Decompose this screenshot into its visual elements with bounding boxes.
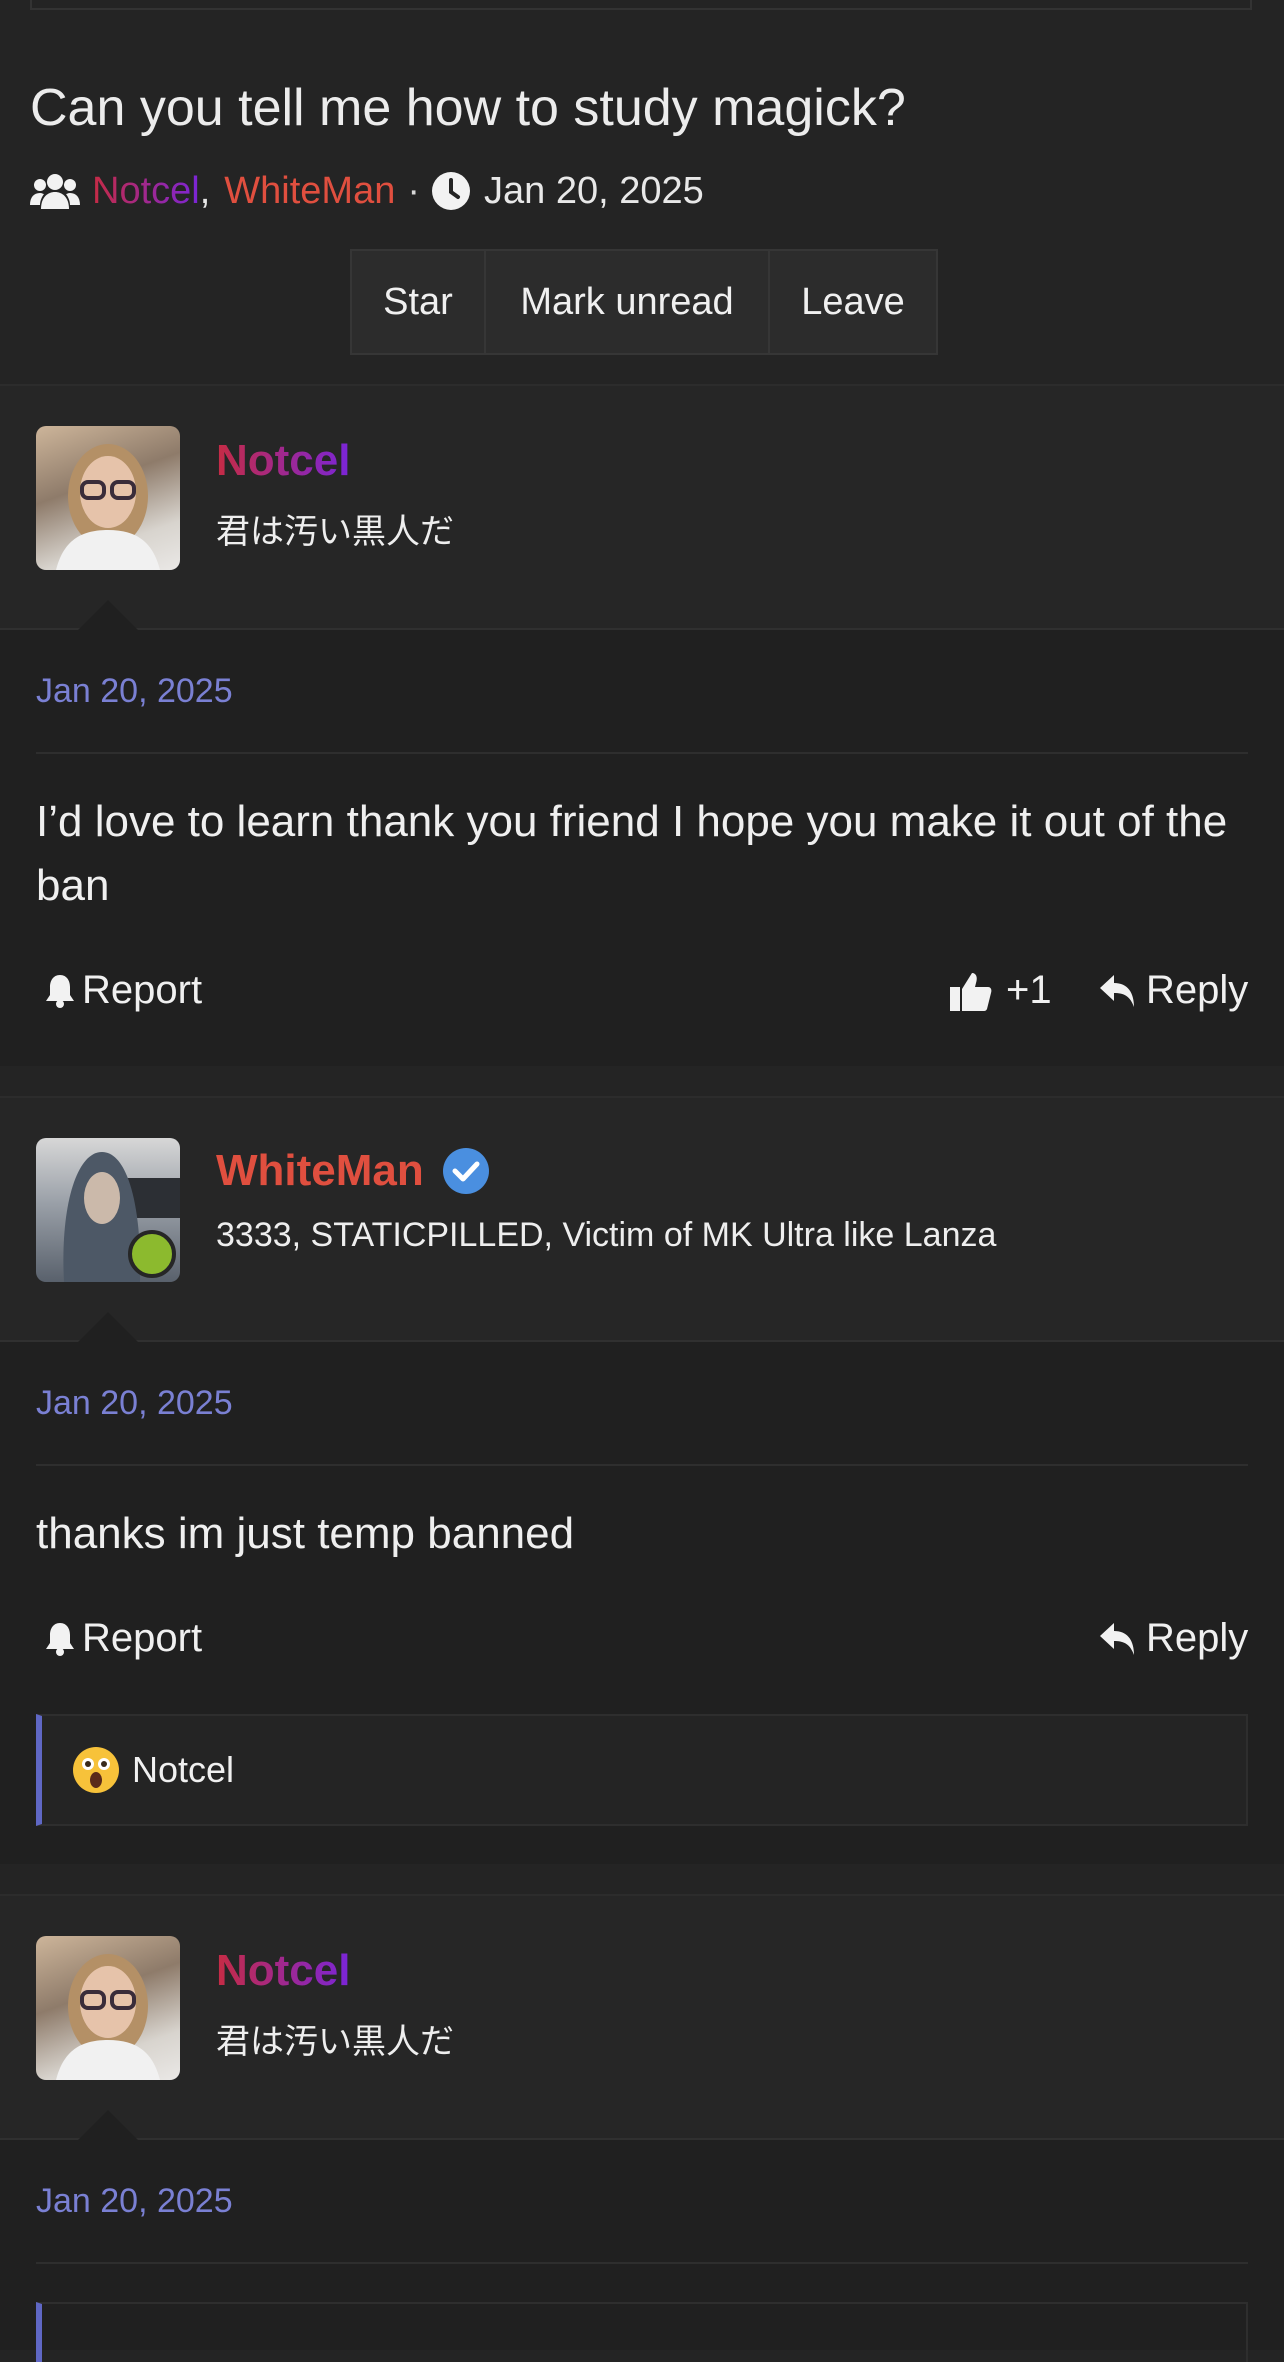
post-date-link[interactable]: Jan 20, 2025 bbox=[36, 672, 233, 711]
star-button[interactable]: Star bbox=[352, 251, 486, 353]
clock-icon bbox=[432, 172, 470, 210]
user-title: 君は汚い黒人だ bbox=[216, 2023, 454, 2061]
thread-meta: Notcel , WhiteMan · Jan 20, 2025 bbox=[30, 166, 704, 216]
message-user-header: Notcel 君は汚い黒人だ bbox=[0, 386, 1284, 630]
reply-label: Reply bbox=[1146, 968, 1249, 1012]
header-pointer bbox=[78, 1312, 138, 1342]
avatar[interactable] bbox=[36, 426, 180, 570]
thumbs-up-icon bbox=[948, 969, 992, 1013]
reply-icon bbox=[1098, 1621, 1136, 1657]
divider bbox=[36, 2262, 1248, 2264]
reaction-user: Notcel bbox=[132, 1749, 235, 1790]
quote-block bbox=[36, 2302, 1248, 2362]
user-title: 君は汚い黒人だ bbox=[216, 513, 454, 551]
previous-block-border bbox=[30, 0, 1252, 10]
leave-button[interactable]: Leave bbox=[770, 251, 936, 353]
header-pointer bbox=[78, 600, 138, 630]
user-title: 3333, STATICPILLED, Victim of MK Ultra l… bbox=[216, 1216, 997, 1254]
thread-date: Jan 20, 2025 bbox=[484, 169, 704, 212]
message-user-header: WhiteMan 3333, STATICPILLED, Victim of M… bbox=[0, 1098, 1284, 1342]
divider bbox=[36, 752, 1248, 754]
post-body: I’d love to learn thank you friend I hop… bbox=[36, 797, 1228, 910]
username-link[interactable]: Notcel bbox=[216, 436, 350, 486]
reply-button[interactable]: Reply bbox=[1098, 1616, 1248, 1661]
message-user-header: Notcel 君は汚い黒人だ bbox=[0, 1896, 1284, 2140]
bell-icon bbox=[44, 973, 76, 1009]
users-icon bbox=[30, 173, 80, 209]
post-date-link[interactable]: Jan 20, 2025 bbox=[36, 2182, 233, 2221]
participant-link-whiteman[interactable]: WhiteMan bbox=[224, 170, 395, 213]
message-post: Notcel 君は汚い黒人だ Jan 20, 2025 bbox=[0, 1894, 1284, 2362]
reactions-bar[interactable]: Notcel bbox=[36, 1714, 1248, 1826]
astonished-face-icon bbox=[72, 1746, 120, 1794]
username-link[interactable]: WhiteMan bbox=[216, 1146, 424, 1196]
report-button[interactable]: Report bbox=[44, 1616, 202, 1661]
participant-link-notcel[interactable]: Notcel bbox=[92, 170, 200, 213]
avatar[interactable] bbox=[36, 1936, 180, 2080]
like-button[interactable]: +1 bbox=[948, 968, 1052, 1013]
thread-toolbar: Star Mark unread Leave bbox=[350, 249, 938, 355]
online-status-indicator bbox=[128, 1230, 176, 1278]
reply-icon bbox=[1098, 973, 1136, 1009]
meta-dot: · bbox=[407, 169, 420, 212]
mark-unread-button[interactable]: Mark unread bbox=[486, 251, 770, 353]
reply-button[interactable]: Reply bbox=[1098, 968, 1248, 1013]
report-label: Report bbox=[82, 1616, 203, 1660]
divider bbox=[36, 1464, 1248, 1466]
post-body: thanks im just temp banned bbox=[36, 1509, 575, 1558]
message-post: WhiteMan 3333, STATICPILLED, Victim of M… bbox=[0, 1096, 1284, 1864]
like-count: +1 bbox=[1006, 968, 1052, 1012]
reply-label: Reply bbox=[1146, 1616, 1249, 1660]
bell-icon bbox=[44, 1621, 76, 1657]
post-date-link[interactable]: Jan 20, 2025 bbox=[36, 1384, 233, 1423]
participant-separator: , bbox=[199, 169, 211, 212]
header-pointer bbox=[78, 2110, 138, 2140]
report-button[interactable]: Report bbox=[44, 968, 202, 1013]
thread-title: Can you tell me how to study magick? bbox=[30, 79, 906, 137]
report-label: Report bbox=[82, 968, 203, 1012]
username-link[interactable]: Notcel bbox=[216, 1946, 350, 1996]
message-post: Notcel 君は汚い黒人だ Jan 20, 2025 I’d love to … bbox=[0, 384, 1284, 1066]
username-row: WhiteMan bbox=[216, 1146, 490, 1196]
verified-badge-icon bbox=[442, 1147, 490, 1195]
